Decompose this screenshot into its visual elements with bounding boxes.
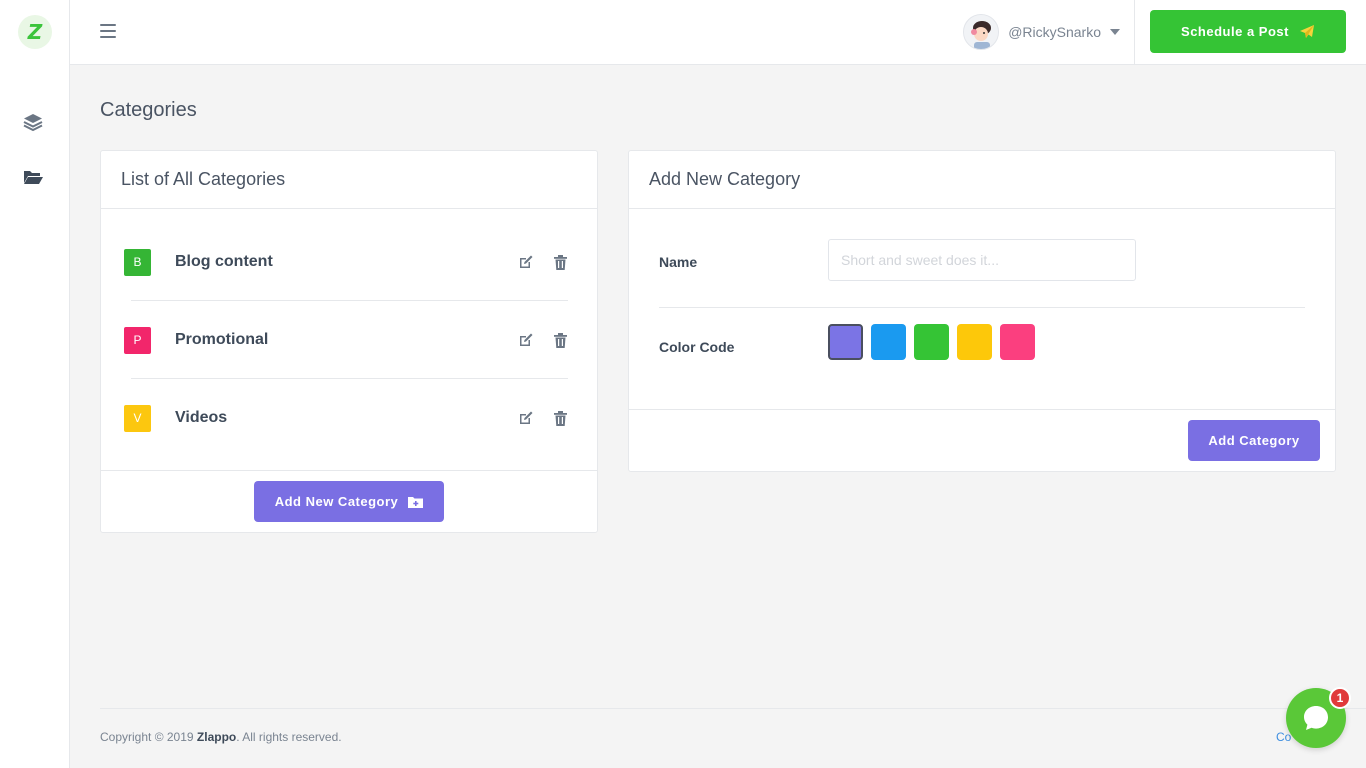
category-name: Videos xyxy=(175,409,228,426)
form-divider xyxy=(659,307,1305,308)
add-category-label: Add Category xyxy=(1208,433,1300,448)
logo-letter: Z xyxy=(27,20,43,44)
color-swatch[interactable] xyxy=(1000,324,1035,360)
category-row: B Blog content xyxy=(124,248,569,276)
color-code-label: Color Code xyxy=(659,339,735,355)
username: @RickySnarko xyxy=(1008,24,1101,40)
color-swatch[interactable] xyxy=(914,324,949,360)
trash-icon[interactable] xyxy=(551,331,569,349)
category-row: P Promotional xyxy=(124,326,569,354)
add-new-category-label: Add New Category xyxy=(274,494,399,509)
add-category-button[interactable]: Add Category xyxy=(1188,420,1320,461)
paper-plane-icon xyxy=(1299,24,1314,38)
layers-icon[interactable] xyxy=(22,112,44,132)
schedule-post-label: Schedule a Post xyxy=(1181,24,1289,39)
user-menu[interactable]: @RickySnarko xyxy=(963,14,1120,50)
categories-list-card: List of All Categories B Blog content P Pro… xyxy=(100,150,598,533)
add-category-card: Add New Category Name Color Code Add Cat… xyxy=(628,150,1336,472)
chevron-down-icon xyxy=(1110,29,1120,35)
zlappo-logo[interactable]: Z xyxy=(18,15,52,49)
category-name: Blog content xyxy=(175,253,273,270)
category-badge: V xyxy=(124,404,151,432)
add-category-title: Add New Category xyxy=(629,151,1335,209)
folder-open-icon[interactable] xyxy=(22,167,44,187)
chat-bubble-icon xyxy=(1304,706,1328,730)
brand-name: Zlappo xyxy=(196,730,237,744)
category-divider xyxy=(131,378,568,379)
color-swatch[interactable] xyxy=(828,324,863,360)
copyright: Copyright © 2019 Zlappo. All rights rese… xyxy=(100,730,342,744)
category-row: V Videos xyxy=(124,404,569,432)
edit-icon[interactable] xyxy=(517,331,535,349)
avatar xyxy=(963,14,1000,50)
edit-icon[interactable] xyxy=(517,409,535,427)
topbar-divider xyxy=(1134,0,1135,65)
color-swatch[interactable] xyxy=(957,324,992,360)
sidebar: Z xyxy=(0,0,70,768)
hamburger-menu-icon[interactable] xyxy=(100,24,116,38)
color-swatch[interactable] xyxy=(871,324,906,360)
categories-list-title: List of All Categories xyxy=(101,151,597,209)
edit-icon[interactable] xyxy=(517,253,535,271)
category-badge: P xyxy=(124,326,151,354)
top-bar: @RickySnarko Schedule a Post xyxy=(70,0,1366,65)
chat-notification-badge: 1 xyxy=(1329,687,1351,709)
page-title: Categories xyxy=(100,99,197,121)
category-name-input[interactable] xyxy=(828,239,1136,281)
color-swatches xyxy=(828,324,1043,360)
category-name: Promotional xyxy=(175,331,269,348)
category-divider xyxy=(131,300,568,301)
footer-divider xyxy=(100,708,1366,709)
trash-icon[interactable] xyxy=(551,253,569,271)
trash-icon[interactable] xyxy=(551,409,569,427)
folder-plus-icon xyxy=(408,496,424,508)
schedule-post-button[interactable]: Schedule a Post xyxy=(1150,10,1346,53)
card-footer-divider xyxy=(629,409,1335,410)
category-badge: B xyxy=(124,248,151,276)
copyright-prefix: Copyright © 2019 xyxy=(100,730,197,744)
add-new-category-button[interactable]: Add New Category xyxy=(254,481,444,522)
card-footer-divider xyxy=(101,470,597,471)
name-label: Name xyxy=(659,254,698,270)
copyright-suffix: . All rights reserved. xyxy=(236,730,342,744)
